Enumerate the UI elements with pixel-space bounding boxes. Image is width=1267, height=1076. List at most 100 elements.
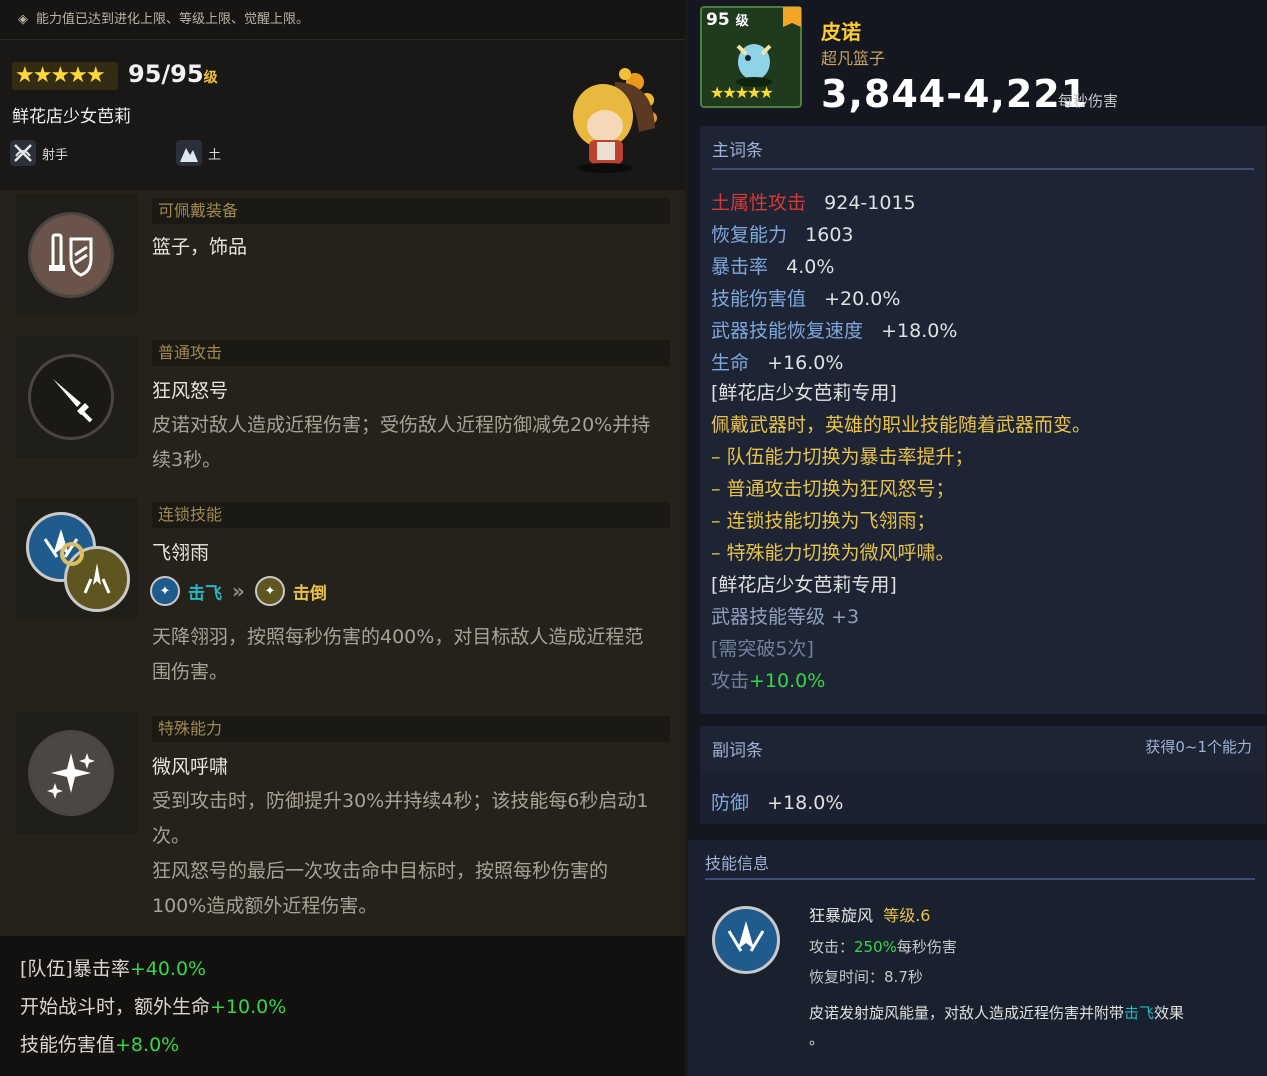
skill-attack-unit: 每秒伤害 (896, 938, 957, 956)
stat-key: 技能伤害值 (711, 288, 807, 310)
skill-name: 狂暴旋风 (809, 906, 874, 925)
attack-bonus-label: 攻击 (711, 670, 750, 692)
chain-skill-desc: 天降翎羽，按照每秒伤害的400%，对目标敌人造成近程范围伤害。 (152, 626, 644, 683)
sword-icon (28, 354, 114, 440)
hero-level-unit: 级 (203, 70, 218, 86)
sub-stat-value: +18.0% (767, 792, 844, 814)
main-stats-header: 主词条 (712, 141, 763, 161)
attack-bonus-value: +10.0% (749, 670, 826, 692)
sub-stat-key: 防御 (711, 792, 750, 814)
stat-key: 生命 (711, 352, 750, 374)
skill-info-divider (705, 878, 1255, 880)
skill-name-row: 狂暴旋风 等级.6 (809, 902, 930, 926)
hero-class: 射手 (10, 140, 68, 166)
party-buffs: [队伍]暴击率+40.0% 开始战斗时，额外生命+10.0% 技能伤害值+8.0… (0, 936, 685, 1076)
equipment-icon (28, 212, 114, 298)
break-requirement: [需突破5次] (711, 638, 814, 660)
earth-element-icon (176, 140, 202, 166)
notice-bar: ◈ 能力值已达到进化上限、等级上限、觉醒上限。 (0, 0, 685, 40)
stat-key: 土属性攻击 (711, 192, 807, 214)
weapon-icon-card: 95 级 ★★★★★ (700, 6, 802, 108)
chain-skill-section: 连锁技能 飞翎雨 ✦ 击飞 » ✦ 击倒 天降翎羽，按照每秒伤害的400%，对目… (12, 498, 672, 698)
party-buff-3-value: +8.0% (115, 1034, 180, 1056)
party-buff-2-label: 开始战斗时，额外生命 (20, 996, 211, 1018)
weapon-name: 皮诺 (821, 20, 861, 44)
skill-desc-tail: 效果 (1154, 1004, 1185, 1022)
exclusive-bullet-1: – 队伍能力切换为暴击率提升； (711, 446, 974, 468)
weapon-level-unit: 级 (735, 14, 749, 29)
stat-row-recovery: 恢复能力 1603 (711, 220, 854, 247)
weapon-skill-level-label: 武器技能等级 (711, 606, 826, 628)
diamond-icon: ◈ (18, 12, 28, 27)
skill-desc: 皮诺发射旋风能量，对敌人造成近程伤害并附带击飞效果。 (809, 1000, 1259, 1052)
stat-value: 4.0% (786, 256, 835, 278)
stat-value: 1603 (805, 224, 854, 246)
special-ability-section: 特殊能力 微风呼啸 受到攻击时，防御提升30%并持续4秒；该技能每6秒启动1次。… (12, 712, 672, 932)
party-buff-3: 技能伤害值+8.0% (20, 1030, 179, 1057)
chain-skill-title: 飞翎雨 (152, 542, 210, 564)
special-ability-title: 微风呼啸 (152, 756, 229, 778)
weapon-level-value: 95 (706, 10, 730, 30)
chain-skill-header: 连锁技能 (152, 502, 670, 528)
equip-header: 可佩戴装备 (152, 198, 670, 224)
special-ability-desc-1: 受到攻击时，防御提升30%并持续4秒；该技能每6秒启动1次。 (152, 790, 649, 847)
stat-value: 924-1015 (824, 192, 916, 214)
exclusive-bullet-4: – 特殊能力切换为微风呼啸。 (711, 542, 955, 564)
skill-info-header: 技能信息 (705, 854, 770, 873)
skill-desc-status: 击飞 (1124, 1004, 1155, 1022)
skill-attack-value: 250% (854, 938, 897, 956)
hero-panel: ◈ 能力值已达到进化上限、等级上限、觉醒上限。 ★★★★★ 95/95级 鲜花店少… (0, 0, 685, 1076)
exclusive-bullet-3: – 连锁技能切换为飞翎雨； (711, 510, 936, 532)
sparkle-icon (28, 730, 114, 816)
party-buff-2-value: +10.0% (210, 996, 287, 1018)
skill-info-panel: 技能信息 狂暴旋风 等级.6 攻击：250%每秒伤害 恢复时间：8.7秒 皮诺发… (688, 840, 1267, 1076)
launch-status-icon: ✦ (150, 576, 180, 606)
chain-from-label: 击飞 (188, 583, 222, 604)
wind-skill-icon (712, 906, 780, 974)
skill-attack-label: 攻击： (809, 938, 855, 956)
weapon-type: 超凡篮子 (821, 49, 886, 68)
party-buff-1: [队伍]暴击率+40.0% (20, 954, 206, 981)
hero-avatar (555, 62, 665, 174)
normal-attack-title: 狂风怒号 (152, 380, 229, 402)
party-buff-1-value: +40.0% (129, 958, 207, 980)
weapon-skill-level: 武器技能等级 +3 (711, 602, 859, 629)
stat-row-hp: 生命 +16.0% (711, 348, 843, 375)
stat-value: +16.0% (767, 352, 844, 374)
party-buff-3-label: 技能伤害值 (20, 1034, 116, 1056)
stat-value: +20.0% (824, 288, 901, 310)
skill-cooldown-label: 恢复时间： (809, 968, 885, 986)
weapon-level: 95 级 (706, 10, 749, 30)
sub-stat-defense: 防御 +18.0% (711, 788, 843, 815)
exclusive-desc: 佩戴武器时，英雄的职业技能随着武器而变。 (711, 414, 1092, 436)
equip-section: 可佩戴装备 篮子，饰品 (12, 194, 672, 319)
stat-row-skill-damage: 技能伤害值 +20.0% (711, 284, 900, 311)
hero-element-label: 土 (208, 147, 222, 163)
archer-class-icon (10, 140, 36, 166)
skill-level: 等级.6 (883, 906, 931, 925)
attack-bonus: 攻击+10.0% (711, 666, 825, 693)
chain-flow: ✦ 击飞 » ✦ 击倒 (150, 576, 327, 606)
hero-stars: ★★★★★ (12, 62, 118, 90)
weapon-dps: 3,844-4,221 (821, 72, 1089, 116)
stat-value: +18.0% (881, 320, 958, 342)
skill-cooldown-row: 恢复时间：8.7秒 (809, 966, 923, 987)
special-ability-header: 特殊能力 (152, 716, 670, 742)
stat-row-earth-attack: 土属性攻击 924-1015 (711, 188, 916, 215)
equip-title: 篮子，饰品 (152, 236, 248, 258)
party-buff-2: 开始战斗时，额外生命+10.0% (20, 992, 286, 1019)
chain-link-icon (60, 542, 84, 566)
hero-class-label: 射手 (42, 147, 69, 163)
sub-stats-hint: 获得0~1个能力 (1145, 738, 1252, 756)
normal-attack-desc: 皮诺对敌人造成近程伤害；受伤敌人近程防御减免20%并持续3秒。 (152, 414, 651, 471)
knockdown-status-icon: ✦ (254, 576, 285, 606)
weapon-stars: ★★★★★ (710, 83, 774, 102)
exclusive-bullet-2: – 普通攻击切换为狂风怒号； (711, 478, 955, 500)
stat-key: 暴击率 (711, 256, 769, 278)
skill-desc-text: 皮诺发射旋风能量，对敌人造成近程伤害并附带 (809, 1004, 1125, 1022)
weapon-dps-unit: 每秒伤害 (1058, 92, 1119, 110)
exclusive-label-1: [鲜花店少女芭莉专用] (711, 382, 897, 404)
skill-attack-row: 攻击：250%每秒伤害 (809, 936, 957, 957)
stat-key: 武器技能恢复速度 (711, 320, 864, 342)
skill-cooldown-value: 8.7秒 (884, 968, 923, 986)
